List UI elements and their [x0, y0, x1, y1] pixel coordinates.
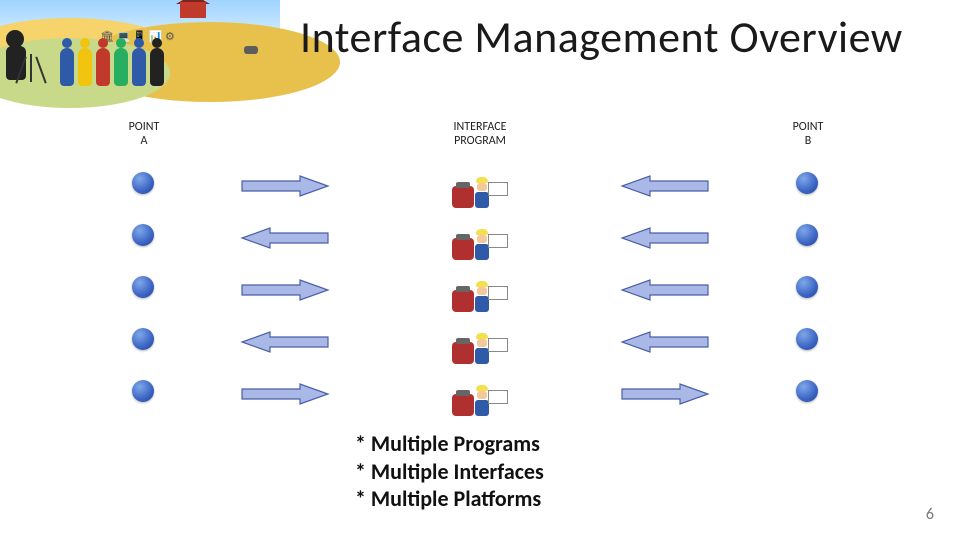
- photographer-icon: [6, 30, 26, 80]
- arrow-left-side: [240, 226, 330, 250]
- label-point-a: POINT A: [114, 120, 174, 149]
- arrow-left-side: [240, 382, 330, 406]
- tripod-icon: [30, 54, 32, 82]
- people-icons: [60, 48, 164, 86]
- point-a-dot: [132, 380, 154, 402]
- point-b-dot: [796, 328, 818, 350]
- point-b-dot: [796, 276, 818, 298]
- arrow-right-side: [620, 278, 710, 302]
- note-line: * Multiple Interfaces: [355, 458, 544, 486]
- point-b-dot: [796, 380, 818, 402]
- engineer-icon: [452, 318, 508, 364]
- arrow-left-side: [240, 174, 330, 198]
- diagram-row: [60, 316, 900, 368]
- point-a-dot: [132, 276, 154, 298]
- header-illustration: 🏛 💻 📱 📊 ⚙: [0, 0, 280, 100]
- diagram-row: [60, 368, 900, 420]
- notes-list: * Multiple Programs* Multiple Interfaces…: [355, 430, 544, 513]
- arrow-left-side: [240, 330, 330, 354]
- point-b-dot: [796, 172, 818, 194]
- point-b-dot: [796, 224, 818, 246]
- note-line: * Multiple Platforms: [355, 485, 544, 513]
- slide-title: Interface Management Overview: [300, 10, 960, 64]
- cow-icon: [244, 46, 258, 54]
- note-line: * Multiple Programs: [355, 430, 544, 458]
- point-a-dot: [132, 172, 154, 194]
- point-a-dot: [132, 328, 154, 350]
- arrow-right-side: [620, 330, 710, 354]
- arrow-right-side: [620, 174, 710, 198]
- label-point-b: POINT B: [778, 120, 838, 149]
- diagram-row: [60, 264, 900, 316]
- arrow-left-side: [240, 278, 330, 302]
- engineer-icon: [452, 370, 508, 416]
- diagram-row: [60, 212, 900, 264]
- diagram-row: [60, 160, 900, 212]
- arrow-right-side: [620, 226, 710, 250]
- engineer-icon: [452, 266, 508, 312]
- arrow-right-side: [620, 382, 710, 406]
- label-interface-program: INTERFACE PROGRAM: [430, 120, 530, 149]
- page-number: 6: [926, 505, 934, 524]
- engineer-icon: [452, 162, 508, 208]
- point-a-dot: [132, 224, 154, 246]
- engineer-icon: [452, 214, 508, 260]
